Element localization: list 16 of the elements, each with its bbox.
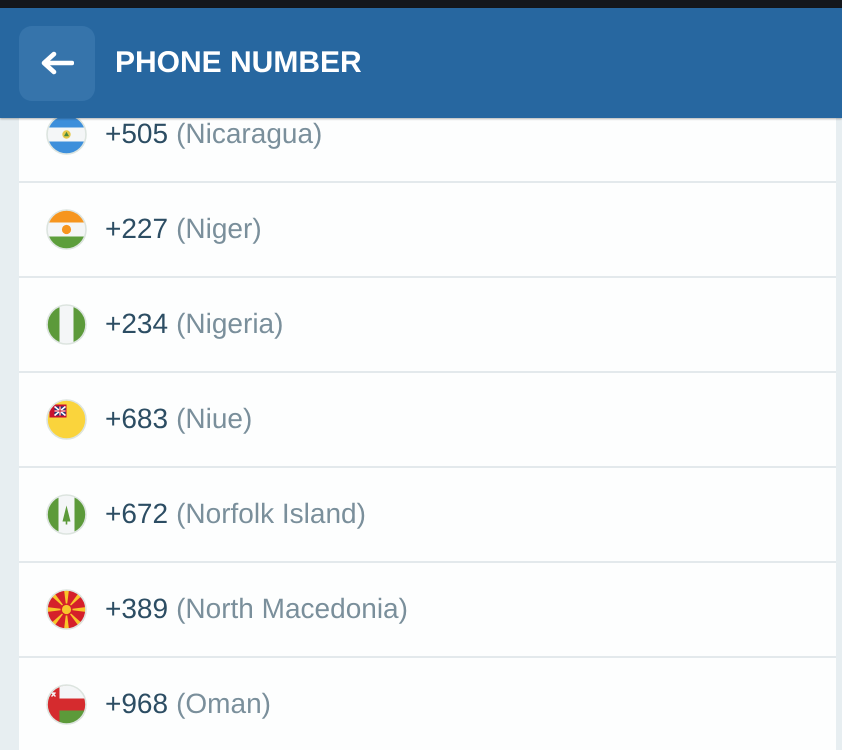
country-list-item[interactable]: +227 (Niger) bbox=[19, 183, 836, 278]
country-list-item[interactable]: +968 (Oman) bbox=[19, 658, 836, 750]
flag-icon bbox=[46, 399, 87, 440]
country-list-item[interactable]: +683 (Niue) bbox=[19, 373, 836, 468]
flag-icon bbox=[46, 304, 87, 345]
flag-icon bbox=[46, 209, 87, 250]
back-button[interactable] bbox=[19, 26, 95, 100]
screen-title: PHONE NUMBER bbox=[115, 45, 362, 81]
flag-icon bbox=[46, 589, 87, 630]
flag-icon bbox=[46, 494, 87, 535]
country-list-item[interactable]: +505 (Nicaragua) bbox=[19, 118, 836, 183]
country-list-item[interactable]: +672 (Norfolk Island) bbox=[19, 468, 836, 563]
country-list-item[interactable]: +389 (North Macedonia) bbox=[19, 563, 836, 658]
arrow-left-icon bbox=[40, 51, 74, 75]
country-list-item[interactable]: +234 (Nigeria) bbox=[19, 278, 836, 373]
flag-icon bbox=[46, 684, 87, 725]
